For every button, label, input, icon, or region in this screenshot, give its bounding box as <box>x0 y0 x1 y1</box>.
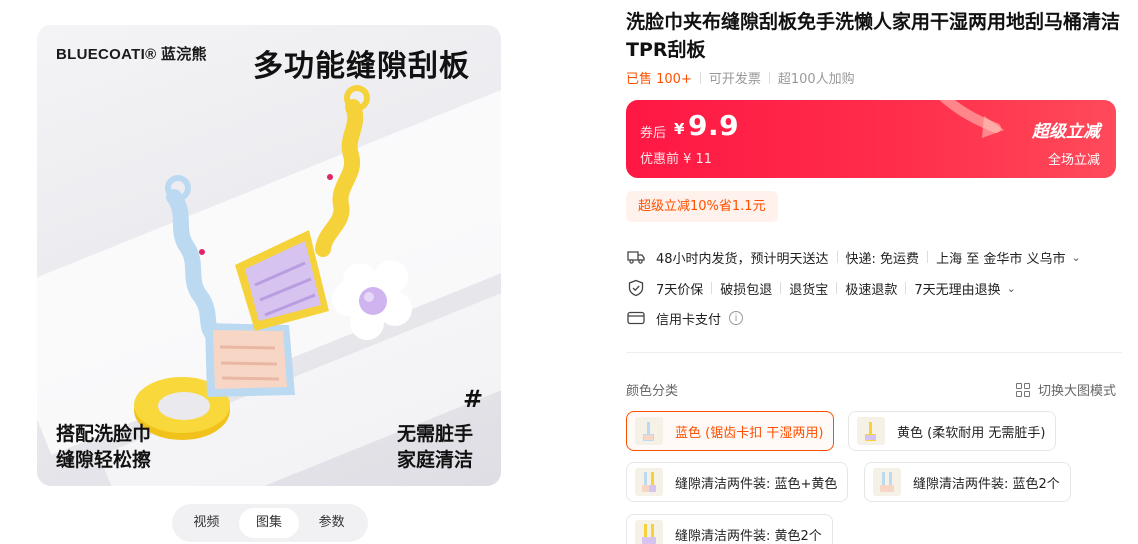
divider <box>711 282 713 294</box>
payment-row: 信用卡支付 i <box>626 308 744 328</box>
product-illustration <box>134 85 412 440</box>
hero-left-caption: 搭配洗脸巾 缝隙轻松擦 <box>56 421 151 473</box>
hero-title: 多功能缝隙刮板 <box>253 49 470 84</box>
divider <box>836 251 838 263</box>
sku-thumbnail <box>873 468 901 496</box>
grid-view-icon <box>1016 382 1030 397</box>
sku-option-yellow-pack[interactable]: 缝隙清洁两件装: 黄色2个 <box>626 514 833 544</box>
sku-thumbnail <box>857 417 885 445</box>
sku-option-label: 黄色 (柔软耐用 无需脏手) <box>897 425 1046 441</box>
sku-label: 颜色分类 <box>626 384 679 399</box>
product-title: 洗脸巾夹布缝隙刮板免手洗懒人家用干湿两用地刮马桶清洁TPR刮板 <box>626 11 1121 61</box>
product-main-image[interactable]: BLUECOATI® 蓝浣熊 多功能缝隙刮板 # 搭配洗脸巾 缝隙轻松擦 无需脏… <box>37 25 501 486</box>
hero-left-caption-line: 缝隙轻松擦 <box>56 449 152 471</box>
arrow-swoosh-icon <box>939 100 1004 138</box>
truck-icon <box>626 247 646 267</box>
credit-card-icon <box>626 308 646 328</box>
shipping-row[interactable]: 48小时内发货，预计明天送达 快递: 免运费 上海 至 金华市 义乌市 ⌄ <box>626 247 1081 267</box>
sku-thumbnail <box>635 520 663 544</box>
top-cropped-strip <box>0 0 600 6</box>
super-discount-badge: 超级立减 <box>1032 122 1100 142</box>
divider <box>768 71 770 84</box>
guarantee-row[interactable]: 7天价保 破损包退 退货宝 极速退款 7天无理由退换 ⌄ <box>626 278 1016 298</box>
hero-right-caption-line: 无需脏手 <box>397 423 474 445</box>
payment-method: 信用卡支付 <box>656 312 722 328</box>
divider <box>905 282 907 294</box>
cart-count: 超100人加购 <box>777 72 855 87</box>
tab-params[interactable]: 参数 <box>301 508 362 538</box>
original-price: 优惠前 ¥ 11 <box>640 152 713 167</box>
shield-check-icon <box>626 278 646 298</box>
shipping-route: 上海 至 金华市 义乌市 <box>936 251 1066 267</box>
chevron-down-icon: ⌄ <box>1006 281 1016 295</box>
guarantee-item: 退货宝 <box>789 282 829 298</box>
hero-right-caption: 无需脏手 家庭清洁 <box>397 421 473 473</box>
info-icon[interactable]: i <box>729 311 744 325</box>
price-value: 9.9 <box>688 109 740 142</box>
brand-logo: BLUECOATI® 蓝浣熊 <box>56 46 207 63</box>
guarantee-item: 7天价保 <box>656 282 704 298</box>
media-tabs: 视频 图集 参数 <box>172 504 368 542</box>
divider <box>927 251 929 263</box>
hash-mark: # <box>463 385 484 413</box>
sku-option-blue[interactable]: 蓝色 (锯齿卡扣 干湿两用) <box>626 411 835 451</box>
sku-option-blue-yellow-pack[interactable]: 缝隙清洁两件装: 蓝色+黄色 <box>626 462 849 502</box>
hero-left-caption-line: 搭配洗脸巾 <box>56 423 152 445</box>
sku-thumbnail <box>635 417 663 445</box>
section-divider <box>626 352 1122 353</box>
divider <box>836 282 838 294</box>
switch-view-label: 切换大图模式 <box>1038 384 1117 399</box>
guarantee-item: 极速退款 <box>845 282 898 298</box>
guarantee-item: 7天无理由退换 <box>914 282 1001 298</box>
express-fee: 快递: 免运费 <box>845 251 920 267</box>
coupon-tag[interactable]: 超级立减10%省1.1元 <box>626 191 778 222</box>
sku-option-label: 蓝色 (锯齿卡扣 干湿两用) <box>675 425 824 441</box>
sku-thumbnail <box>635 468 663 496</box>
tab-video[interactable]: 视频 <box>176 508 237 538</box>
shipping-time: 48小时内发货，预计明天送达 <box>656 251 829 267</box>
sales-row: 已售 100+ 可开发票 超100人加购 <box>626 68 855 87</box>
currency-symbol: ¥ <box>674 120 685 138</box>
sku-option-blue-pack[interactable]: 缝隙清洁两件装: 蓝色2个 <box>864 462 1071 502</box>
sku-option-label: 缝隙清洁两件装: 黄色2个 <box>675 528 822 544</box>
tab-gallery[interactable]: 图集 <box>238 508 300 538</box>
flower-icon <box>332 260 412 340</box>
hero-right-caption-line: 家庭清洁 <box>397 449 474 471</box>
sold-count: 已售 100+ <box>626 72 692 87</box>
invoice-badge: 可开发票 <box>708 72 761 87</box>
sku-option-label: 缝隙清洁两件装: 蓝色2个 <box>913 476 1060 492</box>
sku-option-yellow[interactable]: 黄色 (柔软耐用 无需脏手) <box>848 411 1057 451</box>
price-banner: 券后 ¥ 9.9 优惠前 ¥ 11 超级立减 全场立减 <box>626 100 1116 178</box>
divider <box>780 282 782 294</box>
guarantee-item: 破损包退 <box>720 282 773 298</box>
divider <box>699 71 701 84</box>
discount-scope: 全场立减 <box>1047 153 1100 168</box>
switch-view-button[interactable]: 切换大图模式 <box>1016 380 1116 399</box>
chevron-down-icon: ⌄ <box>1071 250 1081 264</box>
sku-option-label: 缝隙清洁两件装: 蓝色+黄色 <box>675 476 838 492</box>
price-label: 券后 <box>640 126 667 141</box>
